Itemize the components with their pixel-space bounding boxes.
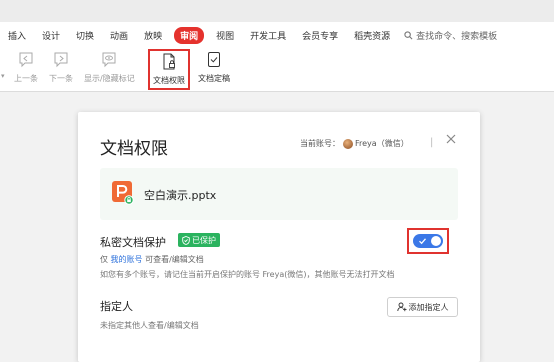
tab-animation[interactable]: 动画 [110,29,128,42]
tab-design[interactable]: 设计 [42,29,60,42]
next-comment-icon [54,52,68,68]
protected-badge-label: 已保护 [192,235,216,245]
account-name: Freya（微信） [355,139,409,148]
tab-view[interactable]: 视图 [216,29,234,42]
avatar [343,138,353,149]
toggle-knob [431,236,441,246]
add-user-icon [396,302,406,312]
previous-comment-icon [19,52,33,68]
privacy-toggle-highlight [407,228,449,254]
tab-review[interactable]: 审阅 [174,26,205,44]
only-prefix: 仅 [100,255,108,264]
tab-transition[interactable]: 切换 [76,29,94,42]
shield-check-icon [182,235,190,245]
access-scope-line: 仅 我的账号 可查看/编辑文档 [100,254,204,265]
show-hide-label: 显示/隐藏标记 [84,74,135,83]
next-comment-button[interactable]: 下一条 [49,51,73,84]
only-suffix: 可查看/编辑文档 [145,255,204,264]
assignee-label: 指定人 [100,300,133,313]
search-label: 查找命令、搜索模板 [416,31,498,42]
multi-account-note: 如您有多个账号，请记住当前开启保护的账号 Freya(微信)，其他账号无法打开文… [100,270,395,279]
previous-label: 上一条 [14,74,38,83]
next-label: 下一条 [49,74,73,83]
current-account: 当前账号： Freya（微信） [300,138,409,149]
dialog-title: 文档权限 [100,139,168,159]
review-toolbar: 上一条 下一条 显示/隐藏标记 文档权限 文档定稿 [0,48,554,92]
tab-docer-resources[interactable]: 稻壳资源 [354,29,390,42]
previous-comment-button[interactable]: 上一条 [14,51,38,84]
header-separator: | [430,137,434,148]
add-assignee-label: 添加指定人 [408,302,449,312]
document-lock-icon [163,53,175,70]
eye-comment-icon [102,52,116,68]
search-icon [404,30,413,39]
command-search[interactable]: 查找命令、搜索模板 [404,29,497,42]
document-finalize-button[interactable]: 文档定稿 [198,51,230,84]
document-permission-dialog: 文档权限 当前账号： Freya（微信） | 空白演示.pptx 私密文档保护 … [78,112,480,362]
file-name: 空白演示.pptx [144,189,217,202]
show-hide-markup-button[interactable]: 显示/隐藏标记 [84,51,135,84]
check-icon [419,238,426,245]
tab-insert[interactable]: 插入 [8,29,26,42]
tab-member-exclusive[interactable]: 会员专享 [302,29,338,42]
title-bar [0,0,554,22]
protected-status-badge: 已保护 [178,233,220,247]
my-account-link[interactable]: 我的账号 [111,255,143,264]
file-card: 空白演示.pptx [100,168,458,220]
pptx-file-icon [112,181,134,205]
unassigned-note: 未指定其他人查看/编辑文档 [100,321,199,330]
document-permission-button[interactable]: 文档权限 [148,49,190,90]
document-check-icon [208,52,220,67]
ribbon-tabs: 插入 设计 切换 动画 放映 审阅 视图 开发工具 会员专享 稻壳资源 查找命令… [0,22,554,48]
add-assignee-button[interactable]: 添加指定人 [387,297,458,317]
document-permission-label: 文档权限 [153,76,185,85]
document-finalize-label: 文档定稿 [198,74,230,83]
privacy-toggle[interactable] [413,234,443,248]
private-protection-label: 私密文档保护 [100,236,166,249]
close-icon[interactable] [444,132,458,146]
chevron-down-icon[interactable]: ▾ [1,72,5,80]
account-label: 当前账号： [300,139,340,148]
tab-slideshow[interactable]: 放映 [144,29,162,42]
tab-developer-tools[interactable]: 开发工具 [250,29,286,42]
